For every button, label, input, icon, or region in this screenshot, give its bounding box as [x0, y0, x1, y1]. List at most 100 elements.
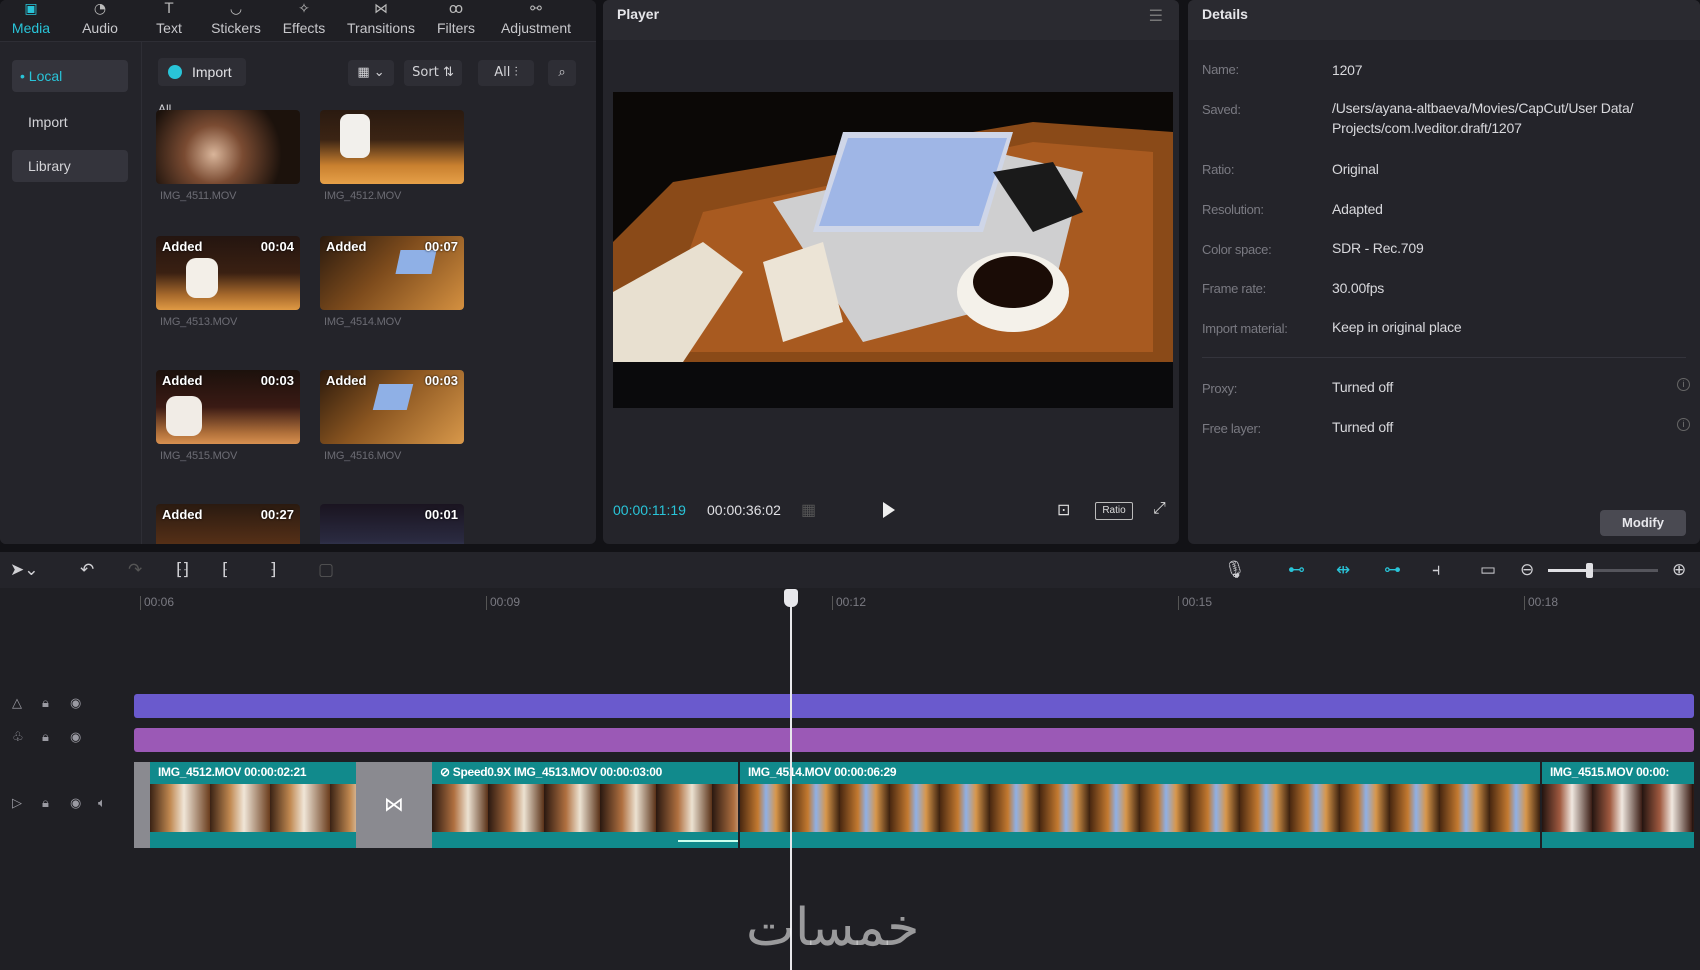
media-thumbnail[interactable]: Added 00:03 — [156, 370, 300, 444]
media-thumbnail[interactable]: Added 00:04 — [156, 236, 300, 310]
trim-right-icon[interactable]: ⁆ — [270, 560, 277, 580]
media-duration: 00:03 — [260, 373, 294, 388]
filter-track-clip[interactable] — [134, 728, 1694, 752]
preview-axis-icon[interactable]: ⫞ — [1432, 560, 1441, 580]
detail-value: Adapted — [1332, 201, 1383, 217]
play-button[interactable] — [883, 502, 895, 518]
eye-icon[interactable]: ◉ — [70, 730, 81, 745]
video-track-icon: ▷ — [12, 796, 22, 811]
media-filename: IMG_4511.MOV — [160, 190, 237, 202]
waveform-icon[interactable]: ▦ — [801, 500, 816, 520]
tab-stickers[interactable]: ◡ Stickers — [206, 0, 266, 42]
microphone-icon[interactable]: 🎙 — [1224, 560, 1246, 580]
clip-label: IMG_4514.MOV 00:00:06:29 — [748, 765, 897, 779]
eye-icon[interactable]: ◉ — [70, 696, 81, 711]
time-ruler[interactable]: 00:06 00:09 00:12 00:15 00:18 — [134, 590, 1700, 616]
caption-icon[interactable]: ▭ — [1480, 560, 1496, 580]
auto-snap-icon[interactable]: ⇹ — [1336, 560, 1350, 580]
mute-icon[interactable]: 🔈︎ — [98, 796, 106, 811]
grid-view-icon: ▦ ⌄ — [357, 65, 385, 80]
clip-label: IMG_4512.MOV 00:00:02:21 — [158, 765, 307, 779]
effects-icon: ✧ — [298, 1, 310, 17]
fullscreen-icon[interactable]: ⤢ — [1153, 500, 1166, 518]
ratio-button[interactable]: Ratio — [1095, 502, 1133, 520]
sidebar-item-import[interactable]: Import — [12, 106, 128, 138]
media-duration: 00:03 — [424, 373, 458, 388]
select-tool-icon[interactable]: ➤⌄ — [10, 560, 39, 580]
effect-track-clip[interactable] — [134, 694, 1694, 718]
lock-icon[interactable]: 🔒︎ — [42, 796, 49, 811]
split-icon[interactable]: ⁅⁆ — [176, 560, 189, 580]
audio-icon: ◔ — [93, 1, 107, 17]
zoom-in-icon[interactable]: ⊕ — [1672, 560, 1686, 580]
details-panel: Details Name: 1207 Saved: /Users/ayana-a… — [1188, 0, 1700, 544]
media-grid: IMG_4511.MOV IMG_4512.MOV Added 00:04 IM… — [142, 110, 582, 544]
lock-icon[interactable]: 🔒︎ — [42, 696, 49, 711]
tab-text[interactable]: T Text — [150, 0, 188, 42]
tab-media[interactable]: ▣ Media — [8, 0, 54, 42]
sidebar-item-local[interactable]: • Local — [12, 60, 128, 92]
adjustment-icon: ⚯ — [530, 1, 542, 17]
media-sidebar: • Local Import Library — [0, 42, 142, 544]
detail-key: Name: — [1202, 62, 1239, 77]
zoom-slider-fill — [1548, 569, 1590, 572]
tab-transitions[interactable]: ⋈ Transitions — [342, 0, 420, 42]
media-thumbnail[interactable] — [320, 110, 464, 184]
media-filename: IMG_4513.MOV — [160, 316, 238, 328]
video-clip[interactable]: IMG_4514.MOV 00:00:06:29 — [740, 762, 1540, 848]
view-mode-button[interactable]: ▦ ⌄ — [348, 60, 394, 86]
media-thumbnail[interactable] — [156, 110, 300, 184]
transitions-icon: ⋈ — [374, 1, 388, 17]
tab-effects[interactable]: ✧ Effects — [278, 0, 330, 42]
effect-track-icon: △ — [12, 696, 22, 711]
redo-icon[interactable]: ↷ — [128, 560, 142, 580]
detail-value: Keep in original place — [1332, 319, 1462, 335]
video-clip[interactable]: ⊘ Speed0.9X IMG_4513.MOV 00:00:03:00 — [432, 762, 738, 848]
tab-audio[interactable]: ◔ Audio — [76, 0, 124, 42]
player-title: Player — [617, 6, 660, 22]
ruler-tick: 00:12 — [832, 596, 866, 610]
sidebar-item-library[interactable]: Library — [12, 150, 128, 182]
modify-button[interactable]: Modify — [1600, 510, 1686, 536]
ruler-tick: 00:06 — [140, 596, 174, 610]
detail-value: Turned off — [1332, 379, 1394, 395]
media-filename: IMG_4514.MOV — [324, 316, 402, 328]
undo-icon[interactable]: ↶ — [80, 560, 94, 580]
linkage-icon[interactable]: ⊶ — [1384, 560, 1401, 580]
transition-block[interactable]: ⋈ — [356, 762, 432, 848]
trim-left-icon[interactable]: ⁅ — [222, 560, 229, 580]
eye-icon[interactable]: ◉ — [70, 796, 81, 811]
added-badge: Added — [326, 373, 367, 388]
media-duration: 00:27 — [260, 507, 294, 522]
media-thumbnail[interactable]: 00:01 — [320, 504, 464, 544]
video-clip[interactable]: IMG_4515.MOV 00:00: — [1542, 762, 1694, 848]
media-thumbnail[interactable]: Added 00:27 — [156, 504, 300, 544]
media-top-tabs: ▣ Media ◔ Audio T Text ◡ Stickers ✧ Effects ⋈… — [0, 0, 596, 42]
zoom-slider-handle[interactable] — [1586, 563, 1593, 578]
info-icon[interactable]: i — [1677, 378, 1690, 391]
video-preview[interactable] — [613, 92, 1173, 408]
ruler-tick: 00:15 — [1178, 596, 1212, 610]
tab-filters[interactable]: ꝏ Filters — [432, 0, 480, 42]
zoom-out-icon[interactable]: ⊖ — [1520, 560, 1534, 580]
sort-button[interactable]: Sort ⇅ — [404, 60, 462, 86]
media-thumbnail[interactable]: Added 00:03 — [320, 370, 464, 444]
search-button[interactable]: ⌕ — [548, 60, 576, 86]
detail-key: Color space: — [1202, 242, 1272, 257]
screenshot-icon[interactable]: ⊡ — [1057, 500, 1070, 520]
filter-all-button[interactable]: All ⫶ — [478, 60, 534, 86]
media-filename: IMG_4516.MOV — [324, 450, 402, 462]
lock-icon[interactable]: 🔒︎ — [42, 730, 49, 745]
detail-value: Original — [1332, 161, 1379, 177]
info-icon[interactable]: i — [1677, 418, 1690, 431]
text-icon: T — [164, 1, 174, 17]
menu-icon[interactable]: ☰ — [1149, 6, 1163, 26]
main-track-magnet-icon[interactable]: ⊷ — [1288, 560, 1305, 580]
media-thumbnail[interactable]: Added 00:07 — [320, 236, 464, 310]
video-clip[interactable]: IMG_4512.MOV 00:00:02:21 — [150, 762, 356, 848]
import-button[interactable]: Import — [158, 58, 246, 86]
clip-trim-handle[interactable] — [134, 762, 150, 848]
delete-icon[interactable]: ▢ — [318, 560, 334, 580]
zoom-slider[interactable] — [1548, 563, 1658, 578]
tab-adjustment[interactable]: ⚯ Adjustment — [494, 0, 578, 42]
